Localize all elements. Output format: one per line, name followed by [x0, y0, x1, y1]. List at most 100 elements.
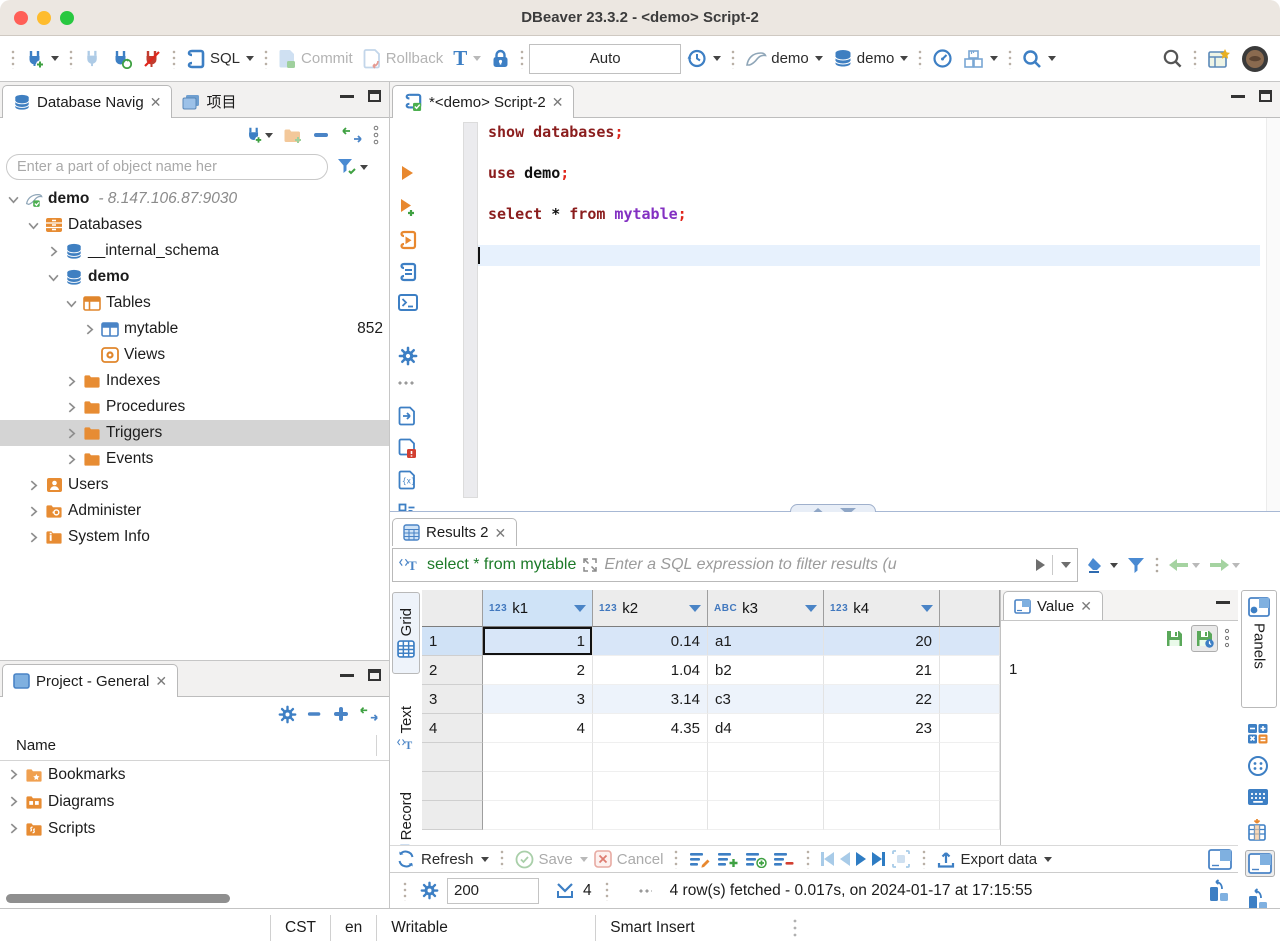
nav-collapse-all-button[interactable] — [313, 128, 331, 142]
nav-view-menu-button[interactable] — [373, 125, 379, 145]
fetch-settings-button[interactable] — [420, 881, 439, 900]
tab-results-2[interactable]: Results 2 ✕ — [392, 518, 517, 546]
perspective-button[interactable] — [1202, 43, 1236, 75]
tree-item-system-info[interactable]: System Info — [0, 524, 389, 550]
tab-value[interactable]: Value ✕ — [1003, 591, 1103, 620]
column-header-k2[interactable]: 123 k2 — [593, 590, 708, 627]
chevron-icon[interactable] — [82, 324, 96, 335]
sort-dropdown-icon[interactable] — [921, 605, 933, 612]
new-connection-dropdown[interactable] — [51, 56, 59, 61]
scrollbar-thumb[interactable] — [6, 894, 230, 903]
projects-dropdown[interactable] — [990, 56, 998, 61]
project-hscrollbar[interactable] — [0, 892, 389, 904]
grid-cell-empty[interactable] — [483, 743, 593, 772]
filters-menu-icon[interactable] — [1126, 556, 1146, 575]
execute-new-tab-button[interactable] — [398, 198, 418, 217]
maximize-panel-icon[interactable] — [368, 669, 381, 681]
chevron-icon[interactable] — [6, 823, 20, 834]
row-header[interactable]: 1 — [422, 627, 483, 656]
minimize-panel-icon[interactable] — [340, 669, 354, 677]
tree-item-demo-schema[interactable]: demo — [0, 264, 389, 290]
row-header[interactable]: 4 — [422, 714, 483, 743]
chevron-icon[interactable] — [64, 376, 78, 387]
grid-cell-empty[interactable] — [940, 801, 1000, 830]
maximize-panel-icon[interactable] — [368, 90, 381, 102]
text-size-button[interactable]: T — [448, 43, 486, 75]
result-grid[interactable]: 123 k1 123 k2 ABC k3 123 k4 1 1 0.14 a1 … — [422, 590, 1000, 845]
grid-cell[interactable]: a1 — [708, 627, 824, 656]
chevron-icon[interactable] — [6, 796, 20, 807]
editor-settings-button[interactable] — [398, 346, 418, 366]
active-connection-selector[interactable]: demo — [740, 43, 828, 75]
grid-cell-empty[interactable] — [483, 772, 593, 801]
grouping-panel-button[interactable] — [1247, 755, 1269, 777]
minimize-window-button[interactable] — [37, 11, 51, 25]
sql-editor-button[interactable]: SQL — [181, 43, 259, 75]
active-database-selector[interactable]: demo — [828, 43, 914, 75]
refresh-dropdown[interactable] — [481, 857, 489, 862]
sql-code-area[interactable]: show databases; use demo; select * from … — [488, 122, 1260, 266]
chevron-icon[interactable] — [26, 532, 40, 543]
grid-cell-empty[interactable] — [940, 743, 1000, 772]
disconnect-button[interactable] — [137, 43, 167, 75]
nav-link-editor-button[interactable] — [341, 127, 363, 143]
column-header-k4[interactable]: 123 k4 — [824, 590, 940, 627]
tree-item-internal-schema[interactable]: __internal_schema — [0, 238, 389, 264]
vertical-dots-icon[interactable] — [1224, 628, 1230, 648]
grid-cell[interactable]: 3.14 — [593, 685, 708, 714]
tree-item-indexes[interactable]: Indexes — [0, 368, 389, 394]
delete-row-button[interactable] — [773, 851, 795, 868]
grid-cell-empty[interactable] — [483, 801, 593, 830]
grid-cell-empty[interactable] — [708, 772, 824, 801]
grid-cell[interactable]: 4 — [483, 714, 593, 743]
sort-dropdown-icon[interactable] — [805, 605, 817, 612]
grid-cell[interactable]: 3 — [483, 685, 593, 714]
search-dropdown[interactable] — [1048, 56, 1056, 61]
filter-back-button[interactable] — [1168, 558, 1200, 572]
tab-grid-presentation[interactable]: Grid — [392, 592, 420, 674]
tab-script-2[interactable]: *<demo> Script-2 ✕ — [392, 85, 574, 118]
eraser-dropdown[interactable] — [1110, 563, 1118, 568]
autocommit-select[interactable]: Auto — [529, 44, 681, 74]
row-header[interactable]: 2 — [422, 656, 483, 685]
corner-header-cell[interactable] — [422, 590, 483, 627]
close-icon[interactable]: ✕ — [155, 674, 167, 688]
refresh-button[interactable]: Refresh — [396, 849, 489, 869]
chevron-icon[interactable] — [64, 298, 78, 309]
tree-item-connection[interactable]: demo - 8.147.106.87:9030 — [0, 186, 389, 212]
filter-forward-button[interactable] — [1208, 558, 1240, 572]
vertical-dots-icon[interactable] — [792, 917, 798, 939]
save-value-button[interactable] — [1164, 628, 1185, 649]
export-data-button[interactable]: Export data — [937, 850, 1052, 869]
chevron-icon[interactable] — [26, 220, 40, 231]
grid-cell-empty[interactable] — [940, 714, 1000, 743]
column-header-k1[interactable]: 123 k1 — [483, 590, 593, 627]
duplicate-row-button[interactable] — [745, 851, 767, 868]
save-button[interactable]: Save — [515, 850, 588, 869]
grid-cell-empty[interactable] — [940, 627, 1000, 656]
project-link-button[interactable] — [359, 706, 379, 722]
reconnect-button[interactable] — [107, 43, 137, 75]
column-divider[interactable] — [376, 735, 377, 756]
connect-button[interactable] — [78, 43, 107, 75]
sort-dropdown-icon[interactable] — [689, 605, 701, 612]
tab-projects[interactable]: 项目 — [172, 85, 246, 118]
grid-cell[interactable]: 1 — [483, 627, 593, 656]
value-content[interactable]: 1 — [1001, 655, 1238, 684]
export-dropdown[interactable] — [1044, 857, 1052, 862]
output-view-button[interactable] — [398, 406, 417, 426]
tree-item-views[interactable]: Views — [0, 342, 389, 368]
grid-cell[interactable]: 4.35 — [593, 714, 708, 743]
grid-cell[interactable]: 20 — [824, 627, 940, 656]
transaction-log-dropdown[interactable] — [713, 56, 721, 61]
dashboard-button[interactable] — [927, 43, 958, 75]
filter-dropdown[interactable] — [360, 165, 368, 170]
chevron-icon[interactable] — [6, 194, 20, 205]
connection-dropdown[interactable] — [815, 56, 823, 61]
toolbar-overflow-dots[interactable] — [397, 381, 415, 385]
close-icon[interactable]: ✕ — [495, 526, 507, 540]
grid-cell-empty[interactable] — [824, 743, 940, 772]
tree-item-bookmarks[interactable]: Bookmarks — [0, 761, 389, 788]
panels-tab[interactable]: Panels — [1241, 590, 1277, 708]
tree-item-scripts[interactable]: Scripts — [0, 815, 389, 842]
